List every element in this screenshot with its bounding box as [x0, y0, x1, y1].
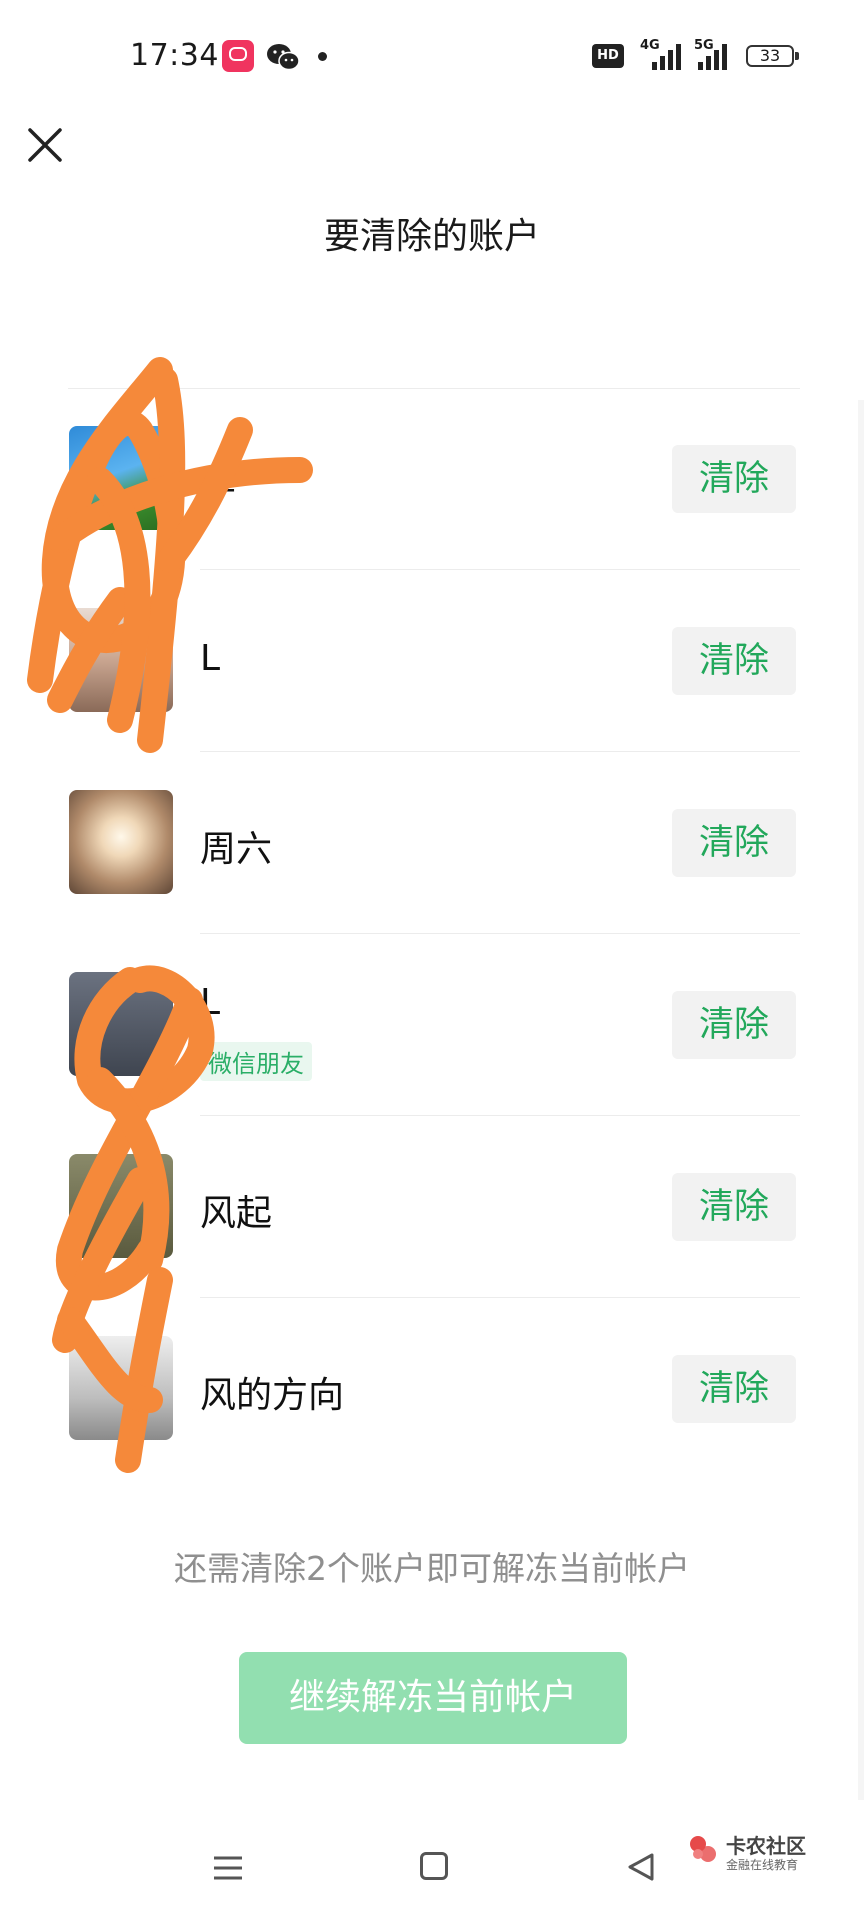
- continue-unfreeze-button[interactable]: 继续解冻当前帐户: [239, 1652, 627, 1744]
- account-row: L 清除: [68, 570, 800, 752]
- camera-app-icon: [222, 40, 254, 72]
- account-row: 周六 清除: [68, 752, 800, 934]
- account-name: 李: [200, 465, 237, 506]
- watermark-title: 卡农社区: [726, 1834, 806, 1858]
- account-name: 周六: [200, 829, 273, 870]
- watermark-subtitle: 金融在线教育: [726, 1858, 799, 1872]
- wechat-friend-tag: 微信朋友: [200, 1042, 312, 1081]
- account-name: L: [200, 982, 221, 1023]
- clear-button[interactable]: 清除: [672, 991, 796, 1059]
- avatar: [69, 1336, 173, 1440]
- clear-button[interactable]: 清除: [672, 1355, 796, 1423]
- close-icon[interactable]: [22, 122, 68, 168]
- notification-dot: [318, 52, 327, 61]
- kanong-logo-icon: [690, 1836, 716, 1862]
- menu-icon[interactable]: [212, 1854, 244, 1882]
- account-row: 风的方向 清除: [68, 1298, 800, 1480]
- avatar: [69, 790, 173, 894]
- account-row: 风起 清除: [68, 1116, 800, 1298]
- unfreeze-hint: 还需清除2个账户即可解冻当前帐户: [174, 1549, 690, 1588]
- clear-button[interactable]: 清除: [672, 1173, 796, 1241]
- back-icon[interactable]: [626, 1852, 656, 1882]
- account-name: L: [200, 638, 221, 679]
- avatar: [69, 608, 173, 712]
- signal-5g-icon: 5G: [694, 38, 736, 70]
- status-bar: 17:34 HD 4G 5G 33: [0, 0, 864, 110]
- clear-button[interactable]: 清除: [672, 809, 796, 877]
- signal-5g-label: 5G: [694, 38, 714, 53]
- signal-4g-icon: 4G: [640, 38, 682, 70]
- wechat-icon: [267, 44, 300, 71]
- avatar: [69, 426, 173, 530]
- signal-4g-label: 4G: [640, 38, 660, 53]
- account-name: 风起: [200, 1193, 273, 1234]
- avatar: [69, 972, 173, 1076]
- page-title: 要清除的账户: [323, 216, 540, 257]
- account-row: L 微信朋友 清除: [68, 934, 800, 1116]
- home-icon[interactable]: [420, 1852, 448, 1880]
- scrollbar[interactable]: [858, 400, 864, 1800]
- clear-button[interactable]: 清除: [672, 627, 796, 695]
- avatar: [69, 1154, 173, 1258]
- hd-voice-icon: HD: [592, 44, 624, 68]
- status-time: 17:34: [130, 38, 219, 73]
- account-list: 李 清除 L 清除 周六 清除 L 微信朋友 清除 风起 清除 风的方向 清除: [68, 388, 800, 1480]
- battery-icon: 33: [746, 45, 799, 67]
- account-row: 李 清除: [68, 388, 800, 570]
- clear-button[interactable]: 清除: [672, 445, 796, 513]
- account-name: 风的方向: [200, 1375, 345, 1416]
